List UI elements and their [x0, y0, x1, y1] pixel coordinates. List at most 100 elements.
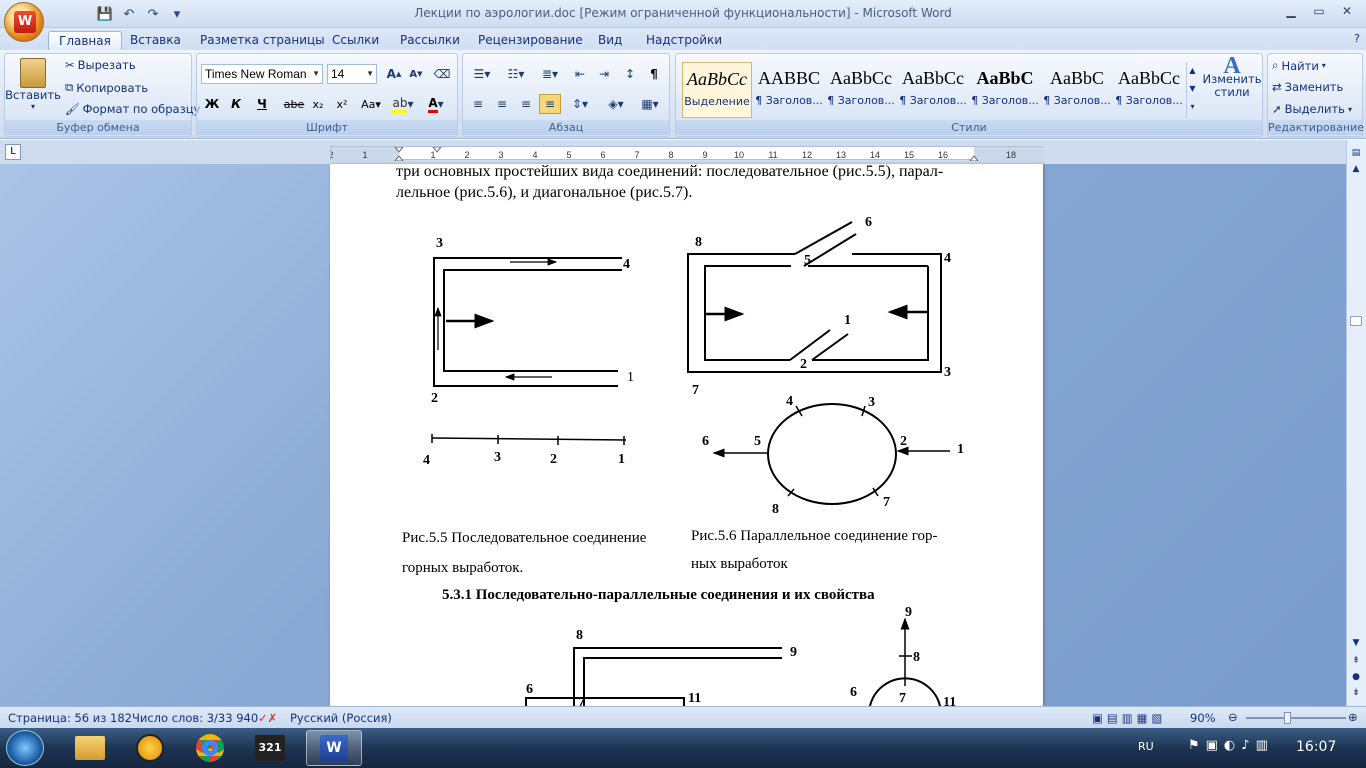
ruler-number: 16 [938, 150, 948, 160]
replace-button[interactable]: ⇄ Заменить [1272, 80, 1343, 94]
document-page[interactable]: три основных простейших вида соединений:… [330, 163, 1043, 706]
tab-view[interactable]: Вид [588, 31, 632, 51]
word-count[interactable]: Число слов: 3/33 940 [132, 711, 258, 725]
zoom-out-icon[interactable]: ⊖ [1228, 710, 1238, 724]
tab-review[interactable]: Рецензирование [468, 31, 593, 51]
font-size-combo[interactable]: 14 ▼ [327, 64, 377, 84]
word-taskbar-icon[interactable]: W [306, 730, 362, 766]
scroll-thumb[interactable] [1350, 316, 1362, 326]
find-button[interactable]: ⌕ Найти ▾ [1272, 58, 1326, 73]
browse-object-icon[interactable]: ● [1349, 672, 1363, 686]
ruler-toggle-icon[interactable]: ▤ [1349, 148, 1363, 162]
customize-qat-icon[interactable]: ▾ [168, 5, 186, 23]
align-left-icon: ≡ [472, 97, 484, 111]
paste-button[interactable]: Вставить ▾ [5, 58, 61, 111]
align-left-button[interactable]: ≡ [467, 94, 489, 114]
help-icon[interactable]: ? [1354, 32, 1360, 45]
shrink-font-button[interactable]: A ▼ [405, 64, 427, 84]
tray-icons[interactable]: ⚑▣◐♪▥ [1188, 738, 1274, 753]
change-styles-button[interactable]: A Изменить стили [1202, 54, 1262, 99]
numbering-button[interactable]: ☷ ▾ [501, 64, 531, 84]
clear-formatting-button[interactable]: ⌫ [431, 64, 453, 84]
spellcheck-icon[interactable]: ✓✗ [258, 711, 277, 725]
view-buttons[interactable]: ▣▤▥▦▧ [1092, 711, 1166, 725]
bullets-button[interactable]: ☰ ▾ [467, 64, 497, 84]
increase-indent-button[interactable]: ⇥ [593, 64, 615, 84]
explorer-taskbar-icon[interactable] [62, 730, 118, 766]
style-heading-6[interactable]: AaBbCc ¶ Заголов... [1114, 62, 1184, 118]
zoom-slider-thumb[interactable] [1284, 712, 1291, 724]
show-marks-button[interactable]: ¶ [643, 64, 665, 84]
close-button[interactable]: ✕ [1334, 2, 1360, 20]
multilevel-list-button[interactable]: ≣ ▾ [535, 64, 565, 84]
zoom-in-icon[interactable]: ⊕ [1348, 710, 1358, 724]
figure-5-7-diagram [525, 617, 941, 706]
minimize-button[interactable]: ▁ [1278, 2, 1304, 20]
tab-selector[interactable]: L [5, 144, 21, 160]
media-player-taskbar-icon[interactable]: 321 [242, 730, 298, 766]
highlight-button[interactable]: ab ▾ [389, 94, 417, 114]
cut-button[interactable]: ✂ Вырезать [65, 58, 136, 72]
scroll-down-icon[interactable]: ▼ [1349, 638, 1363, 652]
chrome-taskbar-icon[interactable] [182, 730, 238, 766]
borders-button[interactable]: ▦ ▾ [635, 94, 665, 114]
bold-button[interactable]: Ж [201, 94, 223, 114]
input-language[interactable]: RU [1138, 740, 1154, 753]
font-color-button[interactable]: A ▾ [421, 94, 451, 114]
select-button[interactable]: ➚ Выделить ▾ [1272, 102, 1352, 116]
superscript-button[interactable]: x² [331, 94, 353, 114]
office-button[interactable]: W [4, 2, 44, 42]
aimp-taskbar-icon[interactable] [122, 730, 178, 766]
previous-page-icon[interactable]: ⇞ [1349, 656, 1363, 670]
zoom-level[interactable]: 90% [1190, 711, 1216, 725]
scroll-up-icon[interactable]: ▲ [1349, 164, 1363, 178]
horizontal-ruler[interactable]: 211234567891011121314151618 [328, 146, 1044, 162]
justify-icon: ≡ [544, 97, 556, 111]
style-heading-1[interactable]: AABBC ¶ Заголов... [754, 62, 824, 118]
tab-page-layout[interactable]: Разметка страницы [190, 31, 335, 51]
save-icon[interactable]: 💾 [96, 5, 114, 23]
line-spacing-button[interactable]: ⇕ ▾ [565, 94, 595, 114]
copy-button[interactable]: ⧉ Копировать [65, 80, 148, 95]
tab-mailings[interactable]: Рассылки [390, 31, 470, 51]
decrease-indent-button[interactable]: ⇤ [569, 64, 591, 84]
justify-button[interactable]: ≡ [539, 94, 561, 114]
style-emphasis[interactable]: AaBbCc Выделение [682, 62, 752, 118]
fig-label: 1 [618, 452, 625, 467]
maximize-button[interactable]: ▭ [1306, 2, 1332, 20]
clock[interactable]: 16:07 [1296, 739, 1336, 755]
change-case-button[interactable]: Aa ▾ [357, 94, 385, 114]
underline-button[interactable]: Ч [251, 94, 273, 114]
vertical-scrollbar[interactable]: ▤ ▲ ▼ ⇞ ● ⇟ [1346, 140, 1366, 706]
language[interactable]: Русский (Россия) [290, 711, 392, 725]
sort-button[interactable]: ↕ [619, 64, 641, 84]
tab-insert[interactable]: Вставка [120, 31, 191, 51]
window-controls: ▁ ▭ ✕ [1278, 2, 1360, 20]
tab-references[interactable]: Ссылки [322, 31, 389, 51]
page-count[interactable]: Страница: 56 из 182 [8, 711, 132, 725]
tab-home[interactable]: Главная [48, 31, 122, 51]
start-button[interactable] [6, 730, 44, 766]
strikethrough-button[interactable]: abe [283, 94, 305, 114]
styles-group-label: Стили [676, 120, 1262, 135]
font-name-combo[interactable]: Times New Roman ▼ [201, 64, 323, 84]
align-right-button[interactable]: ≡ [515, 94, 537, 114]
align-center-button[interactable]: ≡ [491, 94, 513, 114]
shading-button[interactable]: ◈ ▾ [601, 94, 631, 114]
undo-icon[interactable]: ↶ [120, 5, 138, 23]
grow-font-button[interactable]: A ▲ [383, 64, 405, 84]
redo-icon[interactable]: ↷ [144, 5, 162, 23]
style-heading-3[interactable]: AaBbCc ¶ Заголов... [898, 62, 968, 118]
style-heading-2[interactable]: AaBbCc ¶ Заголов... [826, 62, 896, 118]
next-page-icon[interactable]: ⇟ [1349, 688, 1363, 702]
format-painter-button[interactable]: 🖌 Формат по образцу [65, 102, 200, 116]
style-heading-5[interactable]: AaBbC ¶ Заголов... [1042, 62, 1112, 118]
zoom-slider[interactable] [1246, 717, 1346, 719]
styles-scroll[interactable]: ▲ ▼ ▾ [1186, 62, 1198, 118]
subscript-button[interactable]: x₂ [307, 94, 329, 114]
ruler-number: 11 [768, 150, 777, 160]
italic-button[interactable]: К [225, 94, 247, 114]
tab-addins[interactable]: Надстройки [636, 31, 732, 51]
document-workspace: три основных простейших вида соединений:… [0, 163, 1346, 706]
style-heading-4[interactable]: AaBbC ¶ Заголов... [970, 62, 1040, 118]
